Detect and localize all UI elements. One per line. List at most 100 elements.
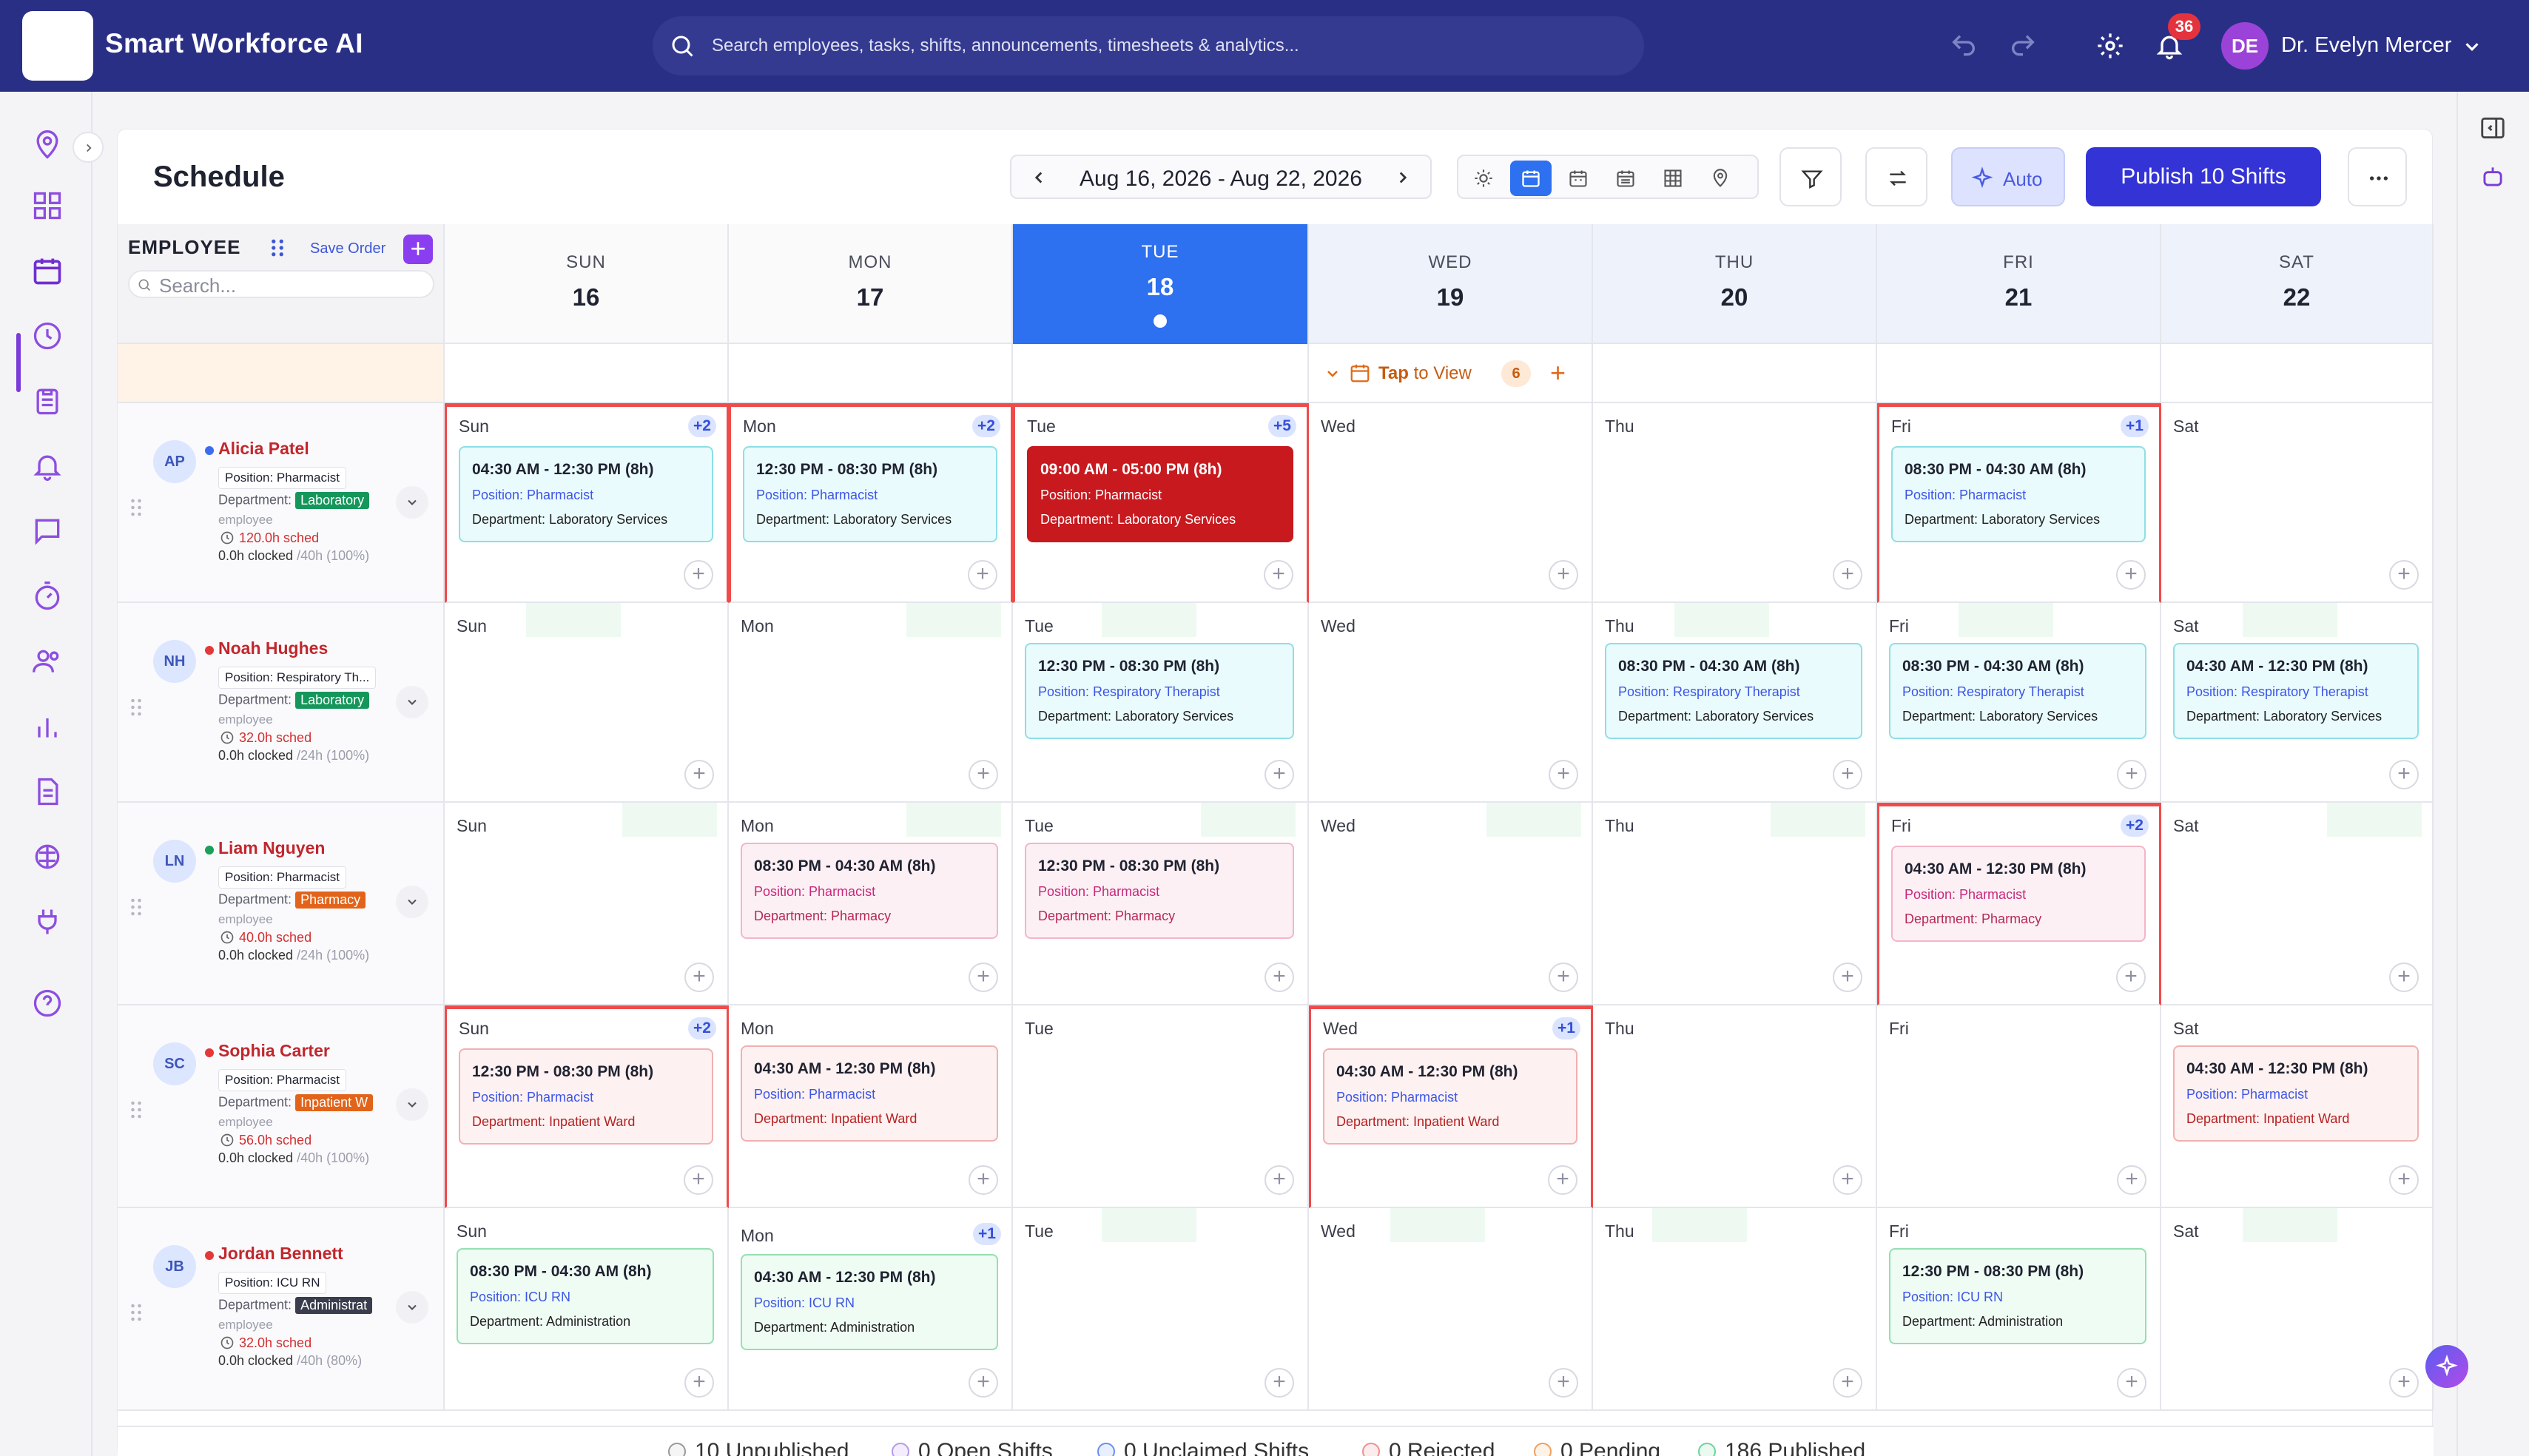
schedule-cell[interactable]: Mon 04:30 AM - 12:30 PM (8h) Position: Ph… (729, 1005, 1013, 1208)
add-shift-button[interactable]: + (2116, 560, 2146, 590)
shift-card[interactable]: 08:30 PM - 04:30 AM (8h) Position: Pharma… (741, 843, 998, 939)
week-view-button[interactable] (1510, 161, 1552, 196)
employee-name[interactable]: Jordan Bennett (218, 1244, 343, 1264)
add-shift-button[interactable]: + (2117, 1165, 2146, 1195)
add-shift-button[interactable]: + (1833, 1165, 1862, 1195)
user-avatar[interactable]: DE (2221, 22, 2269, 70)
employee-name[interactable]: Liam Nguyen (218, 838, 325, 858)
add-shift-button[interactable]: + (2389, 1165, 2419, 1195)
publish-shifts-button[interactable]: Publish 10 Shifts (2086, 147, 2321, 206)
legend-open-shifts[interactable]: 0 Open Shifts (892, 1439, 1053, 1456)
schedule-cell[interactable]: Mon 08:30 PM - 04:30 AM (8h) Position: Ph… (729, 803, 1013, 1005)
employee-search-input[interactable]: Search... (128, 270, 434, 298)
shift-card[interactable]: 04:30 AM - 12:30 PM (8h) Position: Pharma… (1323, 1048, 1577, 1145)
two-week-view-button[interactable] (1558, 161, 1599, 196)
add-shift-button[interactable]: + (1833, 760, 1862, 789)
shift-card[interactable]: 12:30 PM - 08:30 PM (8h) Position: Respir… (1025, 643, 1294, 739)
add-shift-button[interactable]: + (969, 963, 998, 992)
more-shifts-chip[interactable]: +1 (2121, 415, 2149, 437)
add-shift-button[interactable]: + (2389, 963, 2419, 992)
legend-unclaimed-shifts[interactable]: 0 Unclaimed Shifts (1097, 1439, 1309, 1456)
schedule-cell[interactable]: Sun +2 04:30 AM - 12:30 PM (8h) Position: … (445, 403, 729, 603)
schedule-cell[interactable]: Mon +1 04:30 AM - 12:30 PM (8h) Position: … (729, 1208, 1013, 1411)
add-shift-button[interactable]: + (969, 760, 998, 789)
add-shift-button[interactable]: + (684, 560, 713, 590)
expand-employee-button[interactable] (396, 886, 428, 918)
expand-employee-button[interactable] (396, 686, 428, 718)
schedule-cell[interactable]: Sun + (445, 603, 729, 803)
more-shifts-chip[interactable]: +2 (688, 415, 716, 437)
schedule-cell[interactable]: Thu + (1593, 1005, 1877, 1208)
day-header-tue[interactable]: TUE 18 (1013, 224, 1309, 346)
filter-button[interactable] (1779, 147, 1842, 206)
shift-card[interactable]: 04:30 AM - 12:30 PM (8h) Position: Pharma… (741, 1045, 998, 1142)
schedule-cell[interactable]: Thu + (1593, 1208, 1877, 1411)
announcement-cell[interactable] (1877, 344, 2161, 403)
chat-icon[interactable] (31, 515, 64, 547)
schedule-cell[interactable]: Thu 08:30 PM - 04:30 AM (8h) Position: Re… (1593, 603, 1877, 803)
employee-name[interactable]: Alicia Patel (218, 439, 309, 459)
shift-card[interactable]: 08:30 PM - 04:30 AM (8h) Position: Pharma… (1891, 446, 2146, 542)
location-view-button[interactable] (1700, 161, 1741, 196)
schedule-cell[interactable]: Sat 04:30 AM - 12:30 PM (8h) Position: Re… (2161, 603, 2434, 803)
legend-unpublished[interactable]: 10 Unpublished (668, 1439, 849, 1456)
clipboard-icon[interactable] (31, 385, 64, 417)
chevron-down-icon[interactable] (2461, 36, 2483, 58)
schedule-cell[interactable]: Thu + (1593, 403, 1877, 603)
schedule-cell[interactable]: Fri +2 04:30 AM - 12:30 PM (8h) Position: … (1877, 803, 2161, 1005)
users-icon[interactable] (31, 645, 64, 678)
employee-name[interactable]: Noah Hughes (218, 638, 328, 658)
add-shift-button[interactable]: + (1264, 1165, 1294, 1195)
add-shift-button[interactable]: + (969, 1368, 998, 1398)
drag-handle-icon[interactable] (269, 237, 286, 258)
add-shift-button[interactable]: + (969, 1165, 998, 1195)
auto-schedule-button[interactable]: Auto (1951, 147, 2065, 206)
sidebar-expand-button[interactable] (73, 132, 104, 163)
add-shift-button[interactable]: + (2117, 760, 2146, 789)
ai-assistant-button[interactable] (2425, 1345, 2468, 1388)
schedule-cell[interactable]: Fri 12:30 PM - 08:30 PM (8h) Position: IC… (1877, 1208, 2161, 1411)
schedule-cell[interactable]: Wed + (1309, 603, 1593, 803)
add-employee-button[interactable]: + (403, 235, 433, 264)
plug-icon[interactable] (31, 906, 64, 938)
add-shift-button[interactable]: + (684, 963, 714, 992)
add-shift-button[interactable]: + (2389, 560, 2419, 590)
employee-name[interactable]: Sophia Carter (218, 1041, 330, 1061)
clock-icon[interactable] (31, 320, 64, 352)
shift-card[interactable]: 04:30 AM - 12:30 PM (8h) Position: Pharma… (1891, 846, 2146, 942)
schedule-cell[interactable]: Sun + (445, 803, 729, 1005)
add-shift-button[interactable]: + (1833, 963, 1862, 992)
shift-card[interactable]: 12:30 PM - 08:30 PM (8h) Position: Pharma… (743, 446, 997, 542)
announcement-cell[interactable] (1593, 344, 1877, 403)
schedule-cell[interactable]: Tue + (1013, 1005, 1309, 1208)
gear-icon[interactable] (2095, 31, 2125, 61)
add-shift-button[interactable]: + (684, 1368, 714, 1398)
schedule-cell[interactable]: Thu + (1593, 803, 1877, 1005)
add-shift-button[interactable]: + (1833, 560, 1862, 590)
schedule-cell[interactable]: Sun +2 12:30 PM - 08:30 PM (8h) Position: … (445, 1005, 729, 1208)
redo-icon[interactable] (2008, 31, 2038, 61)
shift-card[interactable]: 12:30 PM - 08:30 PM (8h) Position: Pharma… (1025, 843, 1294, 939)
schedule-cell[interactable]: Wed + (1309, 403, 1593, 603)
employee-row-header[interactable]: SC Sophia Carter Position: Pharmacist De… (118, 1005, 445, 1208)
day-header-sun[interactable]: SUN 16 (445, 224, 729, 344)
announcement-cell[interactable] (729, 344, 1013, 403)
add-shift-button[interactable]: + (684, 1165, 713, 1195)
save-order-button[interactable]: Save Order (310, 240, 385, 257)
more-shifts-chip[interactable]: +2 (972, 415, 1000, 437)
add-shift-button[interactable]: + (1264, 560, 1293, 590)
schedule-cell[interactable]: Sat 04:30 AM - 12:30 PM (8h) Position: Ph… (2161, 1005, 2434, 1208)
announcement-cell[interactable]: Tap to View 6 + (1309, 344, 1593, 403)
schedule-cell[interactable]: Tue + (1013, 1208, 1309, 1411)
add-shift-button[interactable]: + (1549, 963, 1578, 992)
day-header-fri[interactable]: FRI 21 (1877, 224, 2161, 344)
panel-toggle-icon[interactable] (2479, 114, 2507, 142)
shift-card[interactable]: 09:00 AM - 05:00 PM (8h) Position: Pharma… (1027, 446, 1293, 542)
schedule-cell[interactable]: Wed +1 04:30 AM - 12:30 PM (8h) Position: … (1309, 1005, 1593, 1208)
expand-employee-button[interactable] (396, 1088, 428, 1121)
schedule-cell[interactable]: Sat + (2161, 403, 2434, 603)
add-shift-button[interactable]: + (2389, 760, 2419, 789)
announcement-cell[interactable] (1013, 344, 1309, 403)
shift-card[interactable]: 04:30 AM - 12:30 PM (8h) Position: Pharma… (459, 446, 713, 542)
document-icon[interactable] (31, 775, 64, 808)
